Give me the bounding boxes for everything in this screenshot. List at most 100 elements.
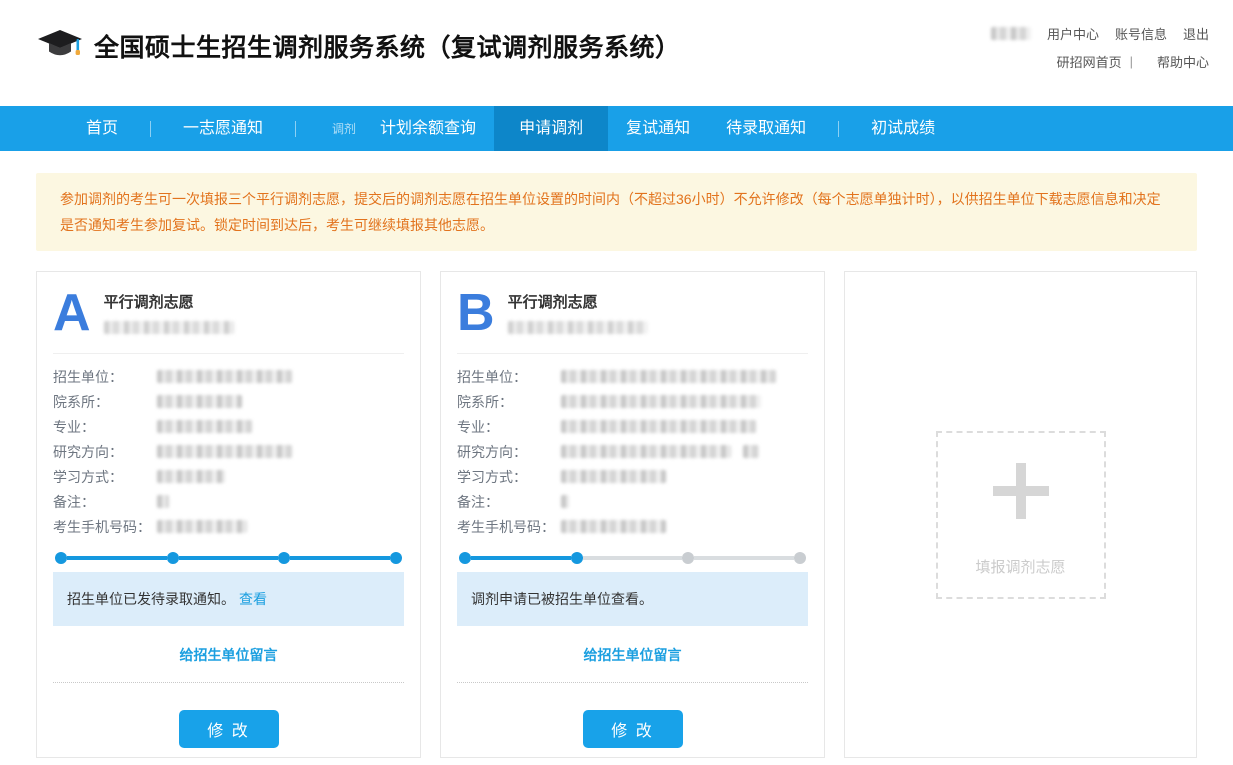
field-label: 考生手机号码： [457,517,561,537]
field-value [157,518,247,536]
field-label: 学习方式： [457,467,561,487]
nav-first-choice-notice[interactable]: 一志愿通知 [165,106,281,151]
field-label: 学习方式： [53,467,157,487]
add-application-label: 填报调剂志愿 [975,556,1065,577]
field-value [561,393,761,411]
header-links: 用户中心 账号信息 退出 研招网首页 | 帮助中心 [991,24,1209,80]
message-to-unit-link[interactable]: 给招生单位留言 [180,647,278,663]
redacted-value [157,520,247,533]
progress-dot [794,552,806,564]
field-value [561,518,666,536]
field-value [157,468,225,486]
progress-dot [55,552,67,564]
yanzhao-home-link[interactable]: 研招网首页 [1057,52,1122,71]
progress-dot [167,552,179,564]
redacted-value [561,395,761,408]
logout-link[interactable]: 退出 [1183,24,1209,43]
nav-retest-notice[interactable]: 复试通知 [608,106,708,151]
status-text: 调剂申请已被招生单位查看。 [471,591,653,607]
field-label: 专业： [457,417,561,437]
dotted-divider [457,682,808,683]
message-to-unit-link[interactable]: 给招生单位留言 [584,647,682,663]
redacted-value [561,470,666,483]
field-label: 研究方向： [53,442,157,462]
status-view-link[interactable]: 查看 [239,591,267,607]
brand: 全国硕士生招生调剂服务系统（复试调剂服务系统） [36,26,681,66]
page-header: 全国硕士生招生调剂服务系统（复试调剂服务系统） 用户中心 账号信息 退出 研招网… [0,0,1233,106]
field-label: 专业： [53,417,157,437]
card-date-redacted [104,321,234,334]
redacted-value [561,520,666,533]
field-value [561,418,756,436]
progress-dot [390,552,402,564]
redacted-value [561,445,731,458]
redacted-value [157,445,292,458]
card-title: 平行调剂志愿 [508,291,648,312]
add-application-button[interactable]: 填报调剂志愿 [936,431,1106,599]
graduation-cap-icon [36,26,94,66]
nav-group-label-tiaoji: 调剂 [332,120,356,137]
nav-apply-adjust[interactable]: 申请调剂 [494,106,608,151]
nav-home[interactable]: 首页 [68,106,136,151]
link-separator: | [1130,54,1133,69]
page-title: 全国硕士生招生调剂服务系统（复试调剂服务系统） [94,28,681,64]
redacted-value [157,395,242,408]
progress-steps [459,552,806,564]
card-date-redacted [508,321,648,334]
redacted-value [157,370,292,383]
user-center-link[interactable]: 用户中心 [1047,24,1099,43]
username-redacted [991,27,1031,40]
nav-divider [295,121,296,137]
field-list: 招生单位： 院系所： 专业： 研究方向： 学习方式： 备注： 考生手机号码： [457,364,808,539]
modify-button[interactable]: 修 改 [583,710,683,748]
status-box: 招生单位已发待录取通知。查看 [53,572,404,626]
redacted-value [561,420,756,433]
field-label: 考生手机号码： [53,517,157,537]
progress-dot [682,552,694,564]
field-label: 招生单位： [53,367,157,387]
field-label: 招生单位： [457,367,561,387]
redacted-value [743,445,759,458]
progress-dot [459,552,471,564]
field-value [157,443,292,461]
redacted-value [157,420,252,433]
dotted-divider [53,682,404,683]
field-value [561,443,759,461]
divider [457,353,808,354]
redacted-value [157,470,225,483]
redacted-value [561,495,569,508]
field-label: 研究方向： [457,442,561,462]
main-nav: 首页 一志愿通知 调剂 计划余额查询 申请调剂 复试通知 待录取通知 初试成绩 [0,106,1233,151]
redacted-value [561,370,776,383]
field-value [561,493,569,511]
nav-divider [150,121,151,137]
field-value [157,393,242,411]
field-label: 院系所： [457,392,561,412]
field-value [157,493,169,511]
field-label: 院系所： [53,392,157,412]
field-value [157,368,292,386]
divider [53,353,404,354]
status-text: 招生单位已发待录取通知。 [67,591,235,607]
progress-steps [55,552,402,564]
help-center-link[interactable]: 帮助中心 [1157,52,1209,71]
card-letter: B [457,288,495,338]
application-card-a: A 平行调剂志愿 招生单位： 院系所： 专业： 研究方向： 学习方式： 备注： … [36,271,421,758]
modify-button[interactable]: 修 改 [179,710,279,748]
account-info-link[interactable]: 账号信息 [1115,24,1167,43]
nav-admission-notice[interactable]: 待录取通知 [708,106,824,151]
card-title: 平行调剂志愿 [104,291,234,312]
field-value [561,468,666,486]
nav-divider [838,121,839,137]
field-value [157,418,252,436]
application-card-b: B 平行调剂志愿 招生单位： 院系所： 专业： 研究方向： 学习方式： 备注： … [440,271,825,758]
empty-application-card: 填报调剂志愿 [844,271,1197,758]
nav-plan-balance[interactable]: 计划余额查询 [362,106,494,151]
progress-dot [571,552,583,564]
nav-initial-score[interactable]: 初试成绩 [853,106,953,151]
field-list: 招生单位： 院系所： 专业： 研究方向： 学习方式： 备注： 考生手机号码： [53,364,404,539]
field-label: 备注： [53,492,157,512]
application-cards: A 平行调剂志愿 招生单位： 院系所： 专业： 研究方向： 学习方式： 备注： … [36,271,1197,758]
status-box: 调剂申请已被招生单位查看。 [457,572,808,626]
notice-banner: 参加调剂的考生可一次填报三个平行调剂志愿，提交后的调剂志愿在招生单位设置的时间内… [36,173,1197,251]
